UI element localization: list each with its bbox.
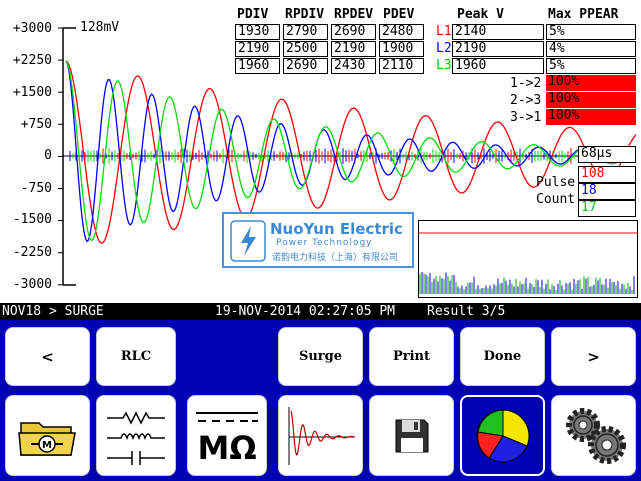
gears-icon: [565, 407, 626, 464]
ratio-value: 100%: [546, 75, 636, 91]
pulse-count-l2: 18: [578, 183, 636, 200]
pulse-history-plot: [418, 220, 638, 298]
rlc-test-button[interactable]: [96, 395, 176, 476]
settings-button[interactable]: [551, 395, 636, 476]
cell-pdev: 1900: [379, 41, 424, 57]
megohm-symbol: MΩ: [197, 429, 256, 467]
logo-name: NuoYun Electric: [270, 220, 403, 238]
cell-rpdev: 2430: [331, 58, 376, 74]
rlc-components-icon: [107, 410, 165, 465]
header-rpdev: RPDEV: [334, 7, 374, 22]
cell-rpdev: 2190: [331, 41, 376, 57]
datetime: 19-NOV-2014 02:27:05 PM: [215, 304, 396, 319]
save-button[interactable]: [369, 395, 454, 476]
cell-rpdiv: 2500: [283, 41, 328, 57]
line-label-l2: L2: [436, 41, 452, 56]
megohm-icon: MΩ: [196, 411, 258, 467]
header-ppear: Max PPEAR: [548, 7, 619, 22]
ratio-label: 3->1: [510, 110, 542, 125]
next-button[interactable]: >: [551, 327, 636, 386]
cell-peak: 2140: [452, 24, 544, 40]
cell-pdiv: 1960: [235, 58, 280, 74]
cell-rpdiv: 2790: [283, 24, 328, 40]
ratio-label: 1->2: [510, 76, 542, 91]
cell-rpdiv: 2690: [283, 58, 328, 74]
surge-waveform-icon: [288, 406, 355, 465]
cell-pdiv: 1930: [235, 24, 280, 40]
ratio-label: 2->3: [510, 93, 542, 108]
cell-pdev: 2110: [379, 58, 424, 74]
pulse-count-l1: 108: [578, 166, 636, 183]
time-per-div: 68µs: [578, 146, 636, 163]
header-pdiv: PDIV: [237, 7, 269, 22]
status-bar: NOV18 > SURGE 19-NOV-2014 02:27:05 PM Re…: [0, 303, 641, 320]
print-button[interactable]: Print: [369, 327, 454, 386]
line-label-l1: L1: [436, 24, 452, 39]
count-label: Count: [536, 192, 576, 207]
cell-rpdev: 2690: [331, 24, 376, 40]
prev-button[interactable]: <: [5, 327, 90, 386]
pie-chart-icon: [476, 408, 529, 463]
logo-subtitle: Power Technology: [276, 238, 373, 248]
ratio-value: 100%: [546, 109, 636, 125]
cell-ppear: 5%: [546, 58, 636, 74]
rlc-button[interactable]: RLC: [96, 327, 176, 386]
cell-peak: 1960: [452, 58, 544, 74]
header-pdev: PDEV: [383, 7, 415, 22]
cell-peak: 2190: [452, 41, 544, 57]
cell-ppear: 5%: [546, 24, 636, 40]
logo-chinese-name: 诺韵电力科技（上海）有限公司: [272, 253, 399, 263]
megohm-button[interactable]: MΩ: [187, 395, 267, 476]
surge-button[interactable]: Surge: [278, 327, 363, 386]
lightning-logo-icon: [230, 220, 266, 262]
breadcrumb: NOV18 > SURGE: [2, 304, 104, 319]
results-chart-button[interactable]: [460, 395, 545, 476]
line-label-l3: L3: [436, 58, 452, 73]
motor-folder-icon: M: [17, 421, 76, 456]
pulse-count-l3: 17: [578, 200, 636, 217]
result-indicator: Result 3/5: [427, 304, 506, 319]
cell-ppear: 4%: [546, 41, 636, 57]
motor-folder-button[interactable]: M: [5, 395, 90, 476]
svg-text:M: M: [42, 440, 52, 451]
floppy-disk-icon: [395, 419, 428, 452]
control-panel: < RLC Surge Print Done > M MΩ: [0, 320, 641, 481]
header-rpdiv: RPDIV: [285, 7, 325, 22]
done-button[interactable]: Done: [460, 327, 545, 386]
header-peak: Peak V: [457, 7, 504, 22]
pulse-label: Pulse: [536, 175, 576, 190]
company-logo: NuoYun Electric Power Technology 诺韵电力科技（…: [222, 212, 414, 268]
cell-pdiv: 2190: [235, 41, 280, 57]
ratio-value: 100%: [546, 92, 636, 108]
cell-pdev: 2480: [379, 24, 424, 40]
surge-view-button[interactable]: [278, 395, 363, 476]
